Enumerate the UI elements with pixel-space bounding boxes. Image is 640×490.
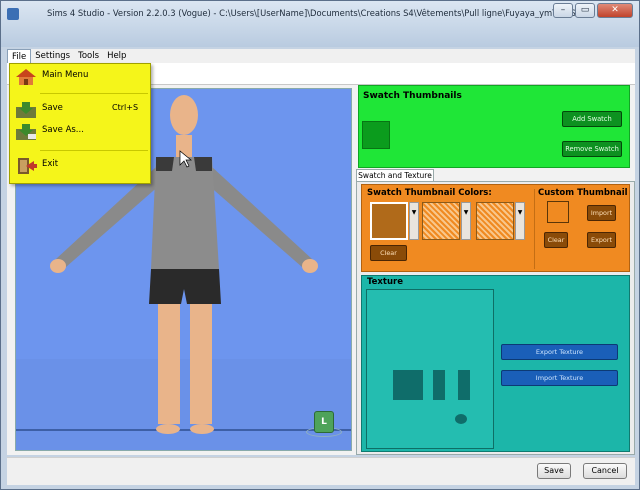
close-button[interactable]: ✕ xyxy=(597,3,633,18)
character-icon[interactable]: L xyxy=(314,411,334,433)
app-window: Sims 4 Studio - Version 2.2.0.3 (Vogue) … xyxy=(0,0,640,490)
color-swatch-2[interactable] xyxy=(422,202,460,240)
title-bar: Sims 4 Studio - Version 2.2.0.3 (Vogue) … xyxy=(1,1,639,47)
thumbnail-colors-panel: Swatch Thumbnail Colors: ▼ ▼ ▼ Clear Cus… xyxy=(361,184,630,272)
menu-item-save[interactable]: Save Ctrl+S xyxy=(10,99,150,121)
minimize-button[interactable]: – xyxy=(553,3,573,18)
color-swatch-1[interactable] xyxy=(370,202,408,240)
panel-divider xyxy=(534,189,535,269)
clear-colors-button[interactable]: Clear xyxy=(370,245,407,261)
swatch-item[interactable] xyxy=(362,121,390,149)
clear-thumbnail-button[interactable]: Clear xyxy=(544,232,568,248)
app-icon xyxy=(7,8,19,20)
color-2-dropdown-icon[interactable]: ▼ xyxy=(461,202,471,240)
texture-shape xyxy=(393,370,423,400)
menu-settings[interactable]: Settings xyxy=(31,49,74,63)
menu-separator xyxy=(40,150,148,151)
menu-item-shortcut: Ctrl+S xyxy=(112,103,139,112)
color-3-dropdown-icon[interactable]: ▼ xyxy=(515,202,525,240)
texture-preview xyxy=(366,289,494,449)
right-panel: Swatch Thumbnails Add Swatch Remove Swat… xyxy=(356,85,635,455)
color-1-dropdown-icon[interactable]: ▼ xyxy=(409,202,419,240)
texture-shape xyxy=(458,370,470,400)
footer-bar: Save Cancel xyxy=(7,457,635,485)
file-menu-dropdown: Main Menu Save Ctrl+S Save As... Exit xyxy=(9,63,151,184)
texture-shape xyxy=(433,370,445,400)
menu-item-save-as[interactable]: Save As... xyxy=(10,121,150,143)
menu-bar: File Settings Tools Help xyxy=(7,49,635,63)
remove-swatch-button[interactable]: Remove Swatch xyxy=(562,141,622,157)
cancel-button[interactable]: Cancel xyxy=(583,463,627,479)
import-texture-button[interactable]: Import Texture xyxy=(501,370,618,386)
window-title: Sims 4 Studio - Version 2.2.0.3 (Vogue) … xyxy=(47,8,587,18)
menu-item-label: Main Menu xyxy=(42,70,89,80)
menu-item-label: Save As... xyxy=(42,125,84,135)
save-icon xyxy=(16,102,36,118)
thumbnail-colors-title: Swatch Thumbnail Colors: xyxy=(367,188,492,198)
save-button[interactable]: Save xyxy=(537,463,571,479)
swatch-panel-title: Swatch Thumbnails xyxy=(363,91,462,101)
texture-panel: Texture Export Texture Import Texture xyxy=(361,275,630,452)
home-icon xyxy=(16,69,36,85)
export-texture-button[interactable]: Export Texture xyxy=(501,344,618,360)
texture-panel-title: Texture xyxy=(367,277,403,287)
exit-icon xyxy=(18,158,37,174)
texture-shape xyxy=(455,414,467,424)
add-swatch-button[interactable]: Add Swatch xyxy=(562,111,622,127)
menu-item-label: Exit xyxy=(42,159,59,169)
menu-tools[interactable]: Tools xyxy=(74,49,103,63)
maximize-button[interactable]: ▭ xyxy=(575,3,595,18)
swatch-thumbnails-panel: Swatch Thumbnails Add Swatch Remove Swat… xyxy=(358,85,630,168)
save-as-icon xyxy=(16,124,36,140)
window-controls: – ▭ ✕ xyxy=(553,3,633,18)
menu-separator xyxy=(40,93,148,94)
import-thumbnail-button[interactable]: Import xyxy=(587,205,616,221)
menu-item-exit[interactable]: Exit xyxy=(10,155,150,177)
menu-file[interactable]: File xyxy=(7,49,32,63)
menu-help[interactable]: Help xyxy=(103,49,130,63)
custom-thumbnail-title: Custom Thumbnail xyxy=(538,188,628,198)
custom-thumbnail-box[interactable] xyxy=(547,201,569,223)
menu-item-main-menu[interactable]: Main Menu xyxy=(10,66,150,88)
color-swatch-3[interactable] xyxy=(476,202,514,240)
export-thumbnail-button[interactable]: Export xyxy=(587,232,616,248)
menu-item-label: Save xyxy=(42,103,63,113)
tab-body: Swatch Thumbnail Colors: ▼ ▼ ▼ Clear Cus… xyxy=(356,181,635,455)
